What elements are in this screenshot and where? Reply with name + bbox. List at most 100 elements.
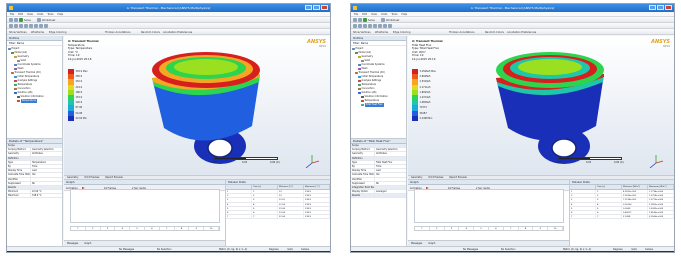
isometric-icon[interactable] xyxy=(378,24,382,28)
annotation-preferences-button[interactable]: Annotation Preferences xyxy=(507,31,536,34)
menu-edit[interactable]: Edit xyxy=(362,13,367,16)
piston-model[interactable] xyxy=(134,46,274,171)
edge-coloring-dropdown[interactable]: Edge Coloring xyxy=(49,31,66,34)
menu-file[interactable]: File xyxy=(354,13,358,16)
tab-graph[interactable]: Graph xyxy=(84,242,91,245)
animation-frame[interactable]: 7 xyxy=(504,227,519,230)
solve-icon[interactable] xyxy=(363,18,367,22)
details-value[interactable]: Geometry Selection xyxy=(375,148,406,151)
animation-frame[interactable]: 4 xyxy=(115,227,131,230)
worksheet-button[interactable]: Worksheet xyxy=(42,19,55,22)
minimize-button[interactable] xyxy=(305,5,312,10)
animation-frame[interactable]: 2 xyxy=(86,227,101,230)
face-select-icon[interactable] xyxy=(39,24,43,28)
menu-help[interactable]: Help xyxy=(58,13,64,16)
details-value[interactable]: No xyxy=(31,182,62,185)
graphics-viewport[interactable]: A: Transient Thermal Temperature Type: T… xyxy=(64,36,330,175)
tab-messages[interactable]: Messages xyxy=(411,242,422,245)
details-row[interactable]: Maximum 318.9 °C xyxy=(7,194,62,199)
animation-frame[interactable]: 7 xyxy=(160,227,175,230)
tab-print-preview[interactable]: Print Preview xyxy=(84,176,99,179)
piston-model[interactable] xyxy=(478,46,618,171)
edge-select-icon[interactable] xyxy=(388,24,392,28)
menu-tools[interactable]: Tools xyxy=(47,13,53,16)
details-value[interactable]: Yes xyxy=(31,173,62,176)
worksheet-button[interactable]: Worksheet xyxy=(386,19,399,22)
pan-icon[interactable] xyxy=(363,24,367,28)
new-icon[interactable] xyxy=(9,18,13,22)
details-value[interactable]: 22.04 °C xyxy=(31,190,62,193)
menu-file[interactable]: File xyxy=(10,13,14,16)
tree-item[interactable]: Temperature xyxy=(8,99,62,103)
table-row[interactable]: 7 7. 22.04 318.9 xyxy=(226,215,330,220)
details-value[interactable]: Temperature xyxy=(31,161,62,164)
tab-messages[interactable]: Messages xyxy=(67,242,78,245)
maximize-button[interactable] xyxy=(313,5,320,10)
animation-frame[interactable]: 1 xyxy=(415,227,430,230)
details-value[interactable]: Time xyxy=(375,165,406,168)
tab-geometry[interactable]: Geometry xyxy=(67,176,78,179)
tab-graph[interactable]: Graph xyxy=(428,242,435,245)
details-value[interactable]: All Bodies xyxy=(375,152,406,155)
isometric-icon[interactable] xyxy=(34,24,38,28)
color-legend[interactable]: 318.9 Max 285.9 252.9 219.9 186.9 153.9 120.9 8… xyxy=(68,69,88,121)
animation-frame[interactable]: 3 xyxy=(101,227,116,230)
details-value[interactable]: Yes xyxy=(375,173,406,176)
graph-plot-area[interactable] xyxy=(70,189,220,223)
details-value[interactable]: 318.9 °C xyxy=(31,194,62,197)
wireframe-toggle[interactable]: Wireframe xyxy=(31,31,44,34)
solve-icon[interactable] xyxy=(19,18,23,22)
new-icon[interactable] xyxy=(353,18,357,22)
animation-frame[interactable]: 3 xyxy=(445,227,460,230)
tab-geometry[interactable]: Geometry xyxy=(411,176,422,179)
menu-units[interactable]: Units xyxy=(381,13,387,16)
table-row[interactable]: 7 7. 2.1498 3.2566e+005 xyxy=(570,215,674,220)
menu-help[interactable]: Help xyxy=(402,13,408,16)
zoom-icon[interactable] xyxy=(368,24,372,28)
animation-frame[interactable]: 10 xyxy=(204,227,219,230)
select-icon[interactable] xyxy=(9,24,13,28)
tab-print-preview[interactable]: Print Preview xyxy=(428,176,443,179)
select-icon[interactable] xyxy=(353,24,357,28)
show-vertices-toggle[interactable]: Show Vertices xyxy=(9,31,27,34)
animation-frame[interactable]: 9 xyxy=(189,227,205,230)
face-select-icon[interactable] xyxy=(383,24,387,28)
menu-tools[interactable]: Tools xyxy=(391,13,397,16)
rotate-icon[interactable] xyxy=(358,24,362,28)
details-section[interactable]: Results xyxy=(351,194,406,199)
animation-frame[interactable]: 8 xyxy=(175,227,190,230)
axis-triad-icon[interactable] xyxy=(648,154,664,170)
show-vertices-toggle[interactable]: Show Vertices xyxy=(353,31,371,34)
tab-report-preview[interactable]: Report Preview xyxy=(105,176,122,179)
fit-icon[interactable] xyxy=(29,24,33,28)
details-value[interactable]: Last xyxy=(375,169,406,172)
minimize-button[interactable] xyxy=(649,5,656,10)
zoom-icon[interactable] xyxy=(24,24,28,28)
axis-triad-icon[interactable] xyxy=(304,154,320,170)
animation-frame[interactable]: 5 xyxy=(130,227,145,230)
random-colors-toggle[interactable]: Random Colors xyxy=(485,31,504,34)
edge-coloring-dropdown[interactable]: Edge Coloring xyxy=(393,31,410,34)
details-value[interactable] xyxy=(375,178,406,181)
save-icon[interactable] xyxy=(358,18,362,22)
details-value[interactable]: Total Heat Flux xyxy=(375,161,406,164)
annotation-preferences-button[interactable]: Annotation Preferences xyxy=(163,31,192,34)
animation-frame[interactable]: 6 xyxy=(489,227,504,230)
menu-view[interactable]: View xyxy=(27,13,33,16)
thicken-annotations-toggle[interactable]: Thicken Annotations xyxy=(105,31,130,34)
pan-icon[interactable] xyxy=(19,24,23,28)
random-colors-toggle[interactable]: Random Colors xyxy=(141,31,160,34)
menu-edit[interactable]: Edit xyxy=(18,13,23,16)
animation-frame[interactable]: 9 xyxy=(533,227,549,230)
animation-frame[interactable]: 6 xyxy=(145,227,160,230)
details-value[interactable]: Averaged xyxy=(375,190,406,193)
maximize-button[interactable] xyxy=(657,5,664,10)
save-icon[interactable] xyxy=(14,18,18,22)
close-button[interactable] xyxy=(321,5,328,10)
edge-select-icon[interactable] xyxy=(44,24,48,28)
details-value[interactable]: Time xyxy=(31,165,62,168)
wireframe-toggle[interactable]: Wireframe xyxy=(375,31,388,34)
animation-frame[interactable]: 10 xyxy=(548,227,563,230)
worksheet-icon[interactable] xyxy=(381,18,385,22)
solve-button[interactable]: Solve xyxy=(368,19,375,22)
